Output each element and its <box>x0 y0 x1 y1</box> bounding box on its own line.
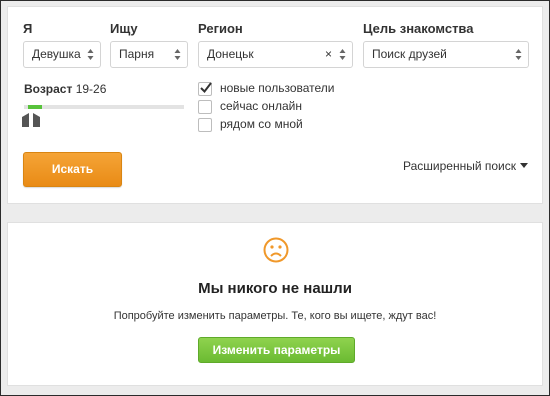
goal-select[interactable]: Поиск друзей <box>363 41 529 68</box>
checkbox-label: новые пользователи <box>220 81 335 95</box>
sad-face-icon <box>263 237 289 268</box>
search-button[interactable]: Искать <box>23 152 122 187</box>
region-select[interactable]: Донецьк × <box>198 41 353 68</box>
no-results-subtitle: Попробуйте изменить параметры. Те, кого … <box>113 310 437 322</box>
i-am-value: Девушка <box>32 47 81 61</box>
select-arrows-icon <box>515 48 522 61</box>
i-am-select[interactable]: Девушка <box>23 41 101 68</box>
age-slider-fill <box>28 105 42 109</box>
window-frame: Я Девушка Ищу Парня Регион Донецьк × Цел… <box>0 0 550 396</box>
advanced-search-link[interactable]: Расширенный поиск <box>403 159 528 173</box>
checkbox-box[interactable] <box>198 100 212 114</box>
select-arrows-icon <box>339 48 346 61</box>
no-results-panel: Мы никого не нашли Попробуйте изменить п… <box>7 222 543 386</box>
age-slider-max-handle[interactable] <box>33 113 40 127</box>
age-slider-min-handle[interactable] <box>22 113 29 127</box>
clear-icon[interactable]: × <box>325 42 332 67</box>
checkbox-label: рядом со мной <box>220 117 303 131</box>
age-slider-track[interactable] <box>24 105 184 109</box>
checkmark-icon <box>200 82 212 94</box>
age-range-text: 19-26 <box>75 82 107 96</box>
select-arrows-icon <box>87 48 94 61</box>
checkbox-box[interactable] <box>198 82 212 96</box>
checkbox-box[interactable] <box>198 118 212 132</box>
seeking-select[interactable]: Парня <box>110 41 188 68</box>
checkbox-label: сейчас онлайн <box>220 99 302 113</box>
region-value: Донецьк <box>207 47 254 61</box>
advanced-search-label: Расширенный поиск <box>403 159 516 173</box>
change-parameters-button[interactable]: Изменить параметры <box>198 337 355 363</box>
i-am-label: Я <box>23 21 33 36</box>
region-label: Регион <box>198 21 243 36</box>
seeking-label: Ищу <box>110 21 138 36</box>
age-label: Возраст 19-26 <box>24 82 106 96</box>
select-arrows-icon <box>174 48 181 61</box>
caret-down-icon <box>520 163 528 168</box>
goal-value: Поиск друзей <box>372 47 447 61</box>
seeking-value: Парня <box>119 47 155 61</box>
no-results-title: Мы никого не нашли <box>198 280 352 297</box>
goal-label: Цель знакомства <box>363 21 474 36</box>
search-filters-panel: Я Девушка Ищу Парня Регион Донецьк × Цел… <box>7 6 543 204</box>
age-title: Возраст <box>24 82 73 96</box>
